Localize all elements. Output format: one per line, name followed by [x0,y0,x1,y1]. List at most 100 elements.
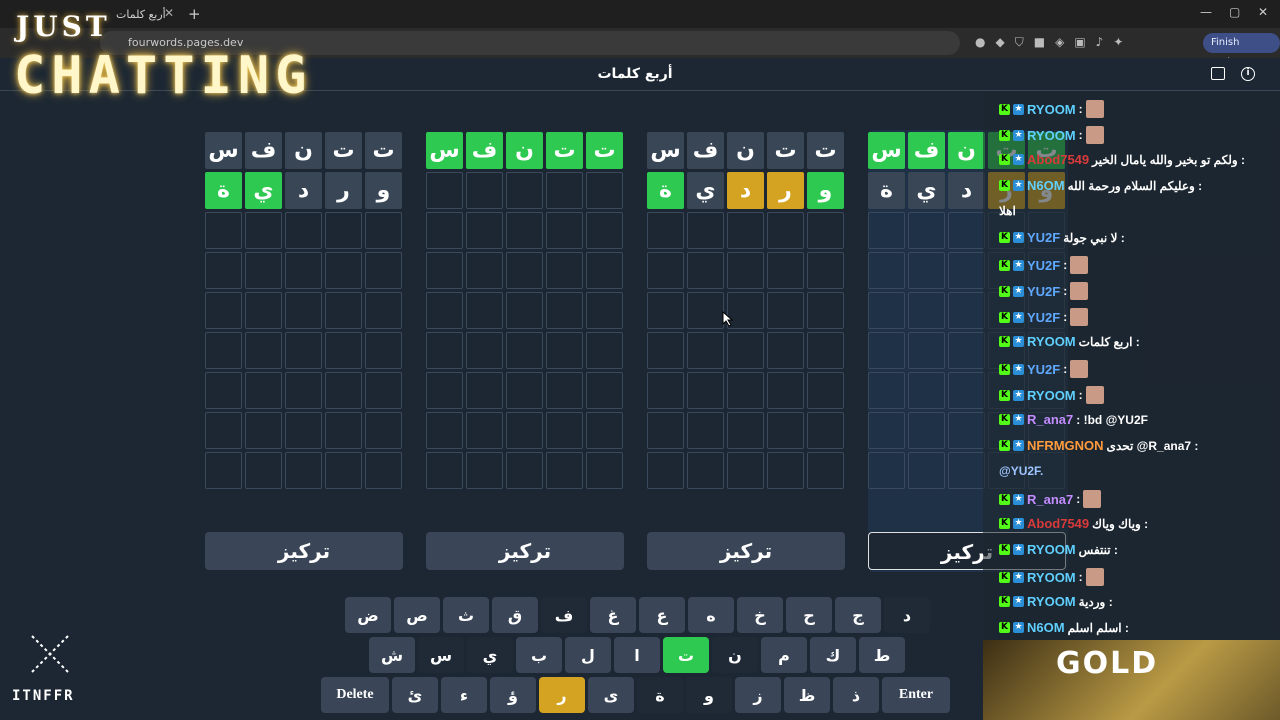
enter-key[interactable]: Enter [882,677,950,713]
letter-key[interactable]: ه [688,597,734,633]
letter-key[interactable]: ى [588,677,634,713]
letter-key[interactable]: ة [637,677,683,713]
chat-username[interactable]: R_ana7 [1027,412,1073,427]
extension-icon[interactable]: ◈ [1055,35,1064,50]
extension-icon[interactable]: ■ [1034,35,1045,50]
shield-icon[interactable]: ⛉ [1015,35,1024,50]
board-tile [426,212,463,249]
chat-text: ولكم تو بخير والله يامال الخير : [1092,152,1246,167]
chat-username[interactable]: RYOOM [1027,570,1076,585]
chat-username[interactable]: RYOOM [1027,542,1076,557]
board-tile [586,332,623,369]
puzzle-icon[interactable]: ✦ [1113,35,1123,50]
board-tile: س [868,132,905,169]
maximize-icon[interactable]: ▢ [1229,5,1240,19]
info-icon[interactable]: i [1241,67,1255,81]
board-tile [948,252,985,289]
tab-close-icon[interactable]: ✕ [164,6,174,20]
chat-username[interactable]: R_ana7 [1027,492,1073,507]
chat-message: K ★ YU2F: [999,308,1269,326]
emote-icon [1070,282,1089,300]
new-tab-button[interactable]: + [188,5,201,23]
letter-key[interactable]: ت [663,637,709,673]
board-tile: د [285,172,322,209]
emote-icon [1070,256,1089,274]
chat-username[interactable]: YU2F [1027,230,1060,245]
letter-key[interactable]: ش [369,637,415,673]
page-title: أربع كلمات [597,66,673,82]
minimize-icon[interactable]: — [1200,5,1212,19]
letter-key[interactable]: ر [539,677,585,713]
board-tile [245,212,282,249]
letter-key[interactable]: ز [735,677,781,713]
chat-username[interactable]: YU2F [1027,258,1060,273]
chat-username[interactable]: YU2F [1027,310,1060,325]
board-tile [948,412,985,449]
letter-key[interactable]: ذ [833,677,879,713]
letter-key[interactable]: ث [443,597,489,633]
extension-icon[interactable]: ● [975,35,985,50]
letter-key[interactable]: ؤ [490,677,536,713]
board-tile [466,452,503,489]
chat-username[interactable]: RYOOM [1027,594,1076,609]
letter-key[interactable]: ل [565,637,611,673]
extension-icon[interactable]: ◆ [995,35,1004,50]
letter-key[interactable]: ح [786,597,832,633]
board-2[interactable]: ت ت ن ف س و ر د ي ة تركيز [647,130,847,572]
chat-username[interactable]: N6OM [1027,178,1065,193]
letter-key[interactable]: ن [712,637,758,673]
board-tile [546,252,583,289]
chat-username[interactable]: YU2F [1027,362,1060,377]
letter-key[interactable]: د [884,597,930,633]
emote-icon [1085,386,1104,404]
letter-key[interactable]: ا [614,637,660,673]
letter-key[interactable]: ب [516,637,562,673]
letter-key[interactable]: ئ [392,677,438,713]
chat-text: : [1078,102,1083,116]
letter-key[interactable]: ي [467,637,513,673]
letter-key[interactable]: ض [345,597,391,633]
board-3[interactable]: ت ت ن ف س تركيز [426,130,626,572]
board-tile [908,332,945,369]
board-tile [245,372,282,409]
letter-key[interactable]: ء [441,677,487,713]
letter-key[interactable]: ع [639,597,685,633]
letter-key[interactable]: س [418,637,464,673]
letter-key[interactable]: م [761,637,807,673]
board-tile [546,412,583,449]
chat-message: K ★ Abod7549 وياك وياك : [999,516,1269,531]
chat-username[interactable]: N6OM [1027,620,1065,635]
close-window-icon[interactable]: ✕ [1258,5,1268,19]
chat-username[interactable]: RYOOM [1027,102,1076,117]
letter-key[interactable]: خ [737,597,783,633]
letter-key[interactable]: ف [541,597,587,633]
chat-username[interactable]: RYOOM [1027,388,1076,403]
mute-icon[interactable]: ♪ [1096,35,1104,50]
focus-button[interactable]: تركيز [426,532,624,570]
chat-username[interactable]: YU2F [1027,284,1060,299]
chat-username[interactable]: Abod7549 [1027,516,1089,531]
subscriber-badge-icon: ★ [1013,389,1024,401]
board-tile [807,212,844,249]
letter-key[interactable]: و [686,677,732,713]
letter-key[interactable]: ط [859,637,905,673]
finish-update-button[interactable]: Finish update [1203,33,1280,68]
chat-username[interactable]: RYOOM [1027,334,1076,349]
board-tile: ف [687,132,724,169]
focus-button[interactable]: تركيز [647,532,845,570]
delete-key[interactable]: Delete [321,677,389,713]
calendar-icon[interactable] [1211,67,1225,80]
focus-button[interactable]: تركيز [205,532,403,570]
extension-icon[interactable]: ▣ [1074,35,1085,50]
letter-key[interactable]: غ [590,597,636,633]
chat-username[interactable]: RYOOM [1027,128,1076,143]
board-4[interactable]: ت ت ن ف س و ر د ي ة تركيز [205,130,405,572]
letter-key[interactable]: ق [492,597,538,633]
letter-key[interactable]: ك [810,637,856,673]
chat-username[interactable]: NFRMGNON [1027,438,1104,453]
chat-username[interactable]: Abod7549 [1027,152,1089,167]
letter-key[interactable]: ج [835,597,881,633]
letter-key[interactable]: ص [394,597,440,633]
chat-text: وعليكم السلام ورحمة الله : [1067,178,1203,193]
letter-key[interactable]: ظ [784,677,830,713]
